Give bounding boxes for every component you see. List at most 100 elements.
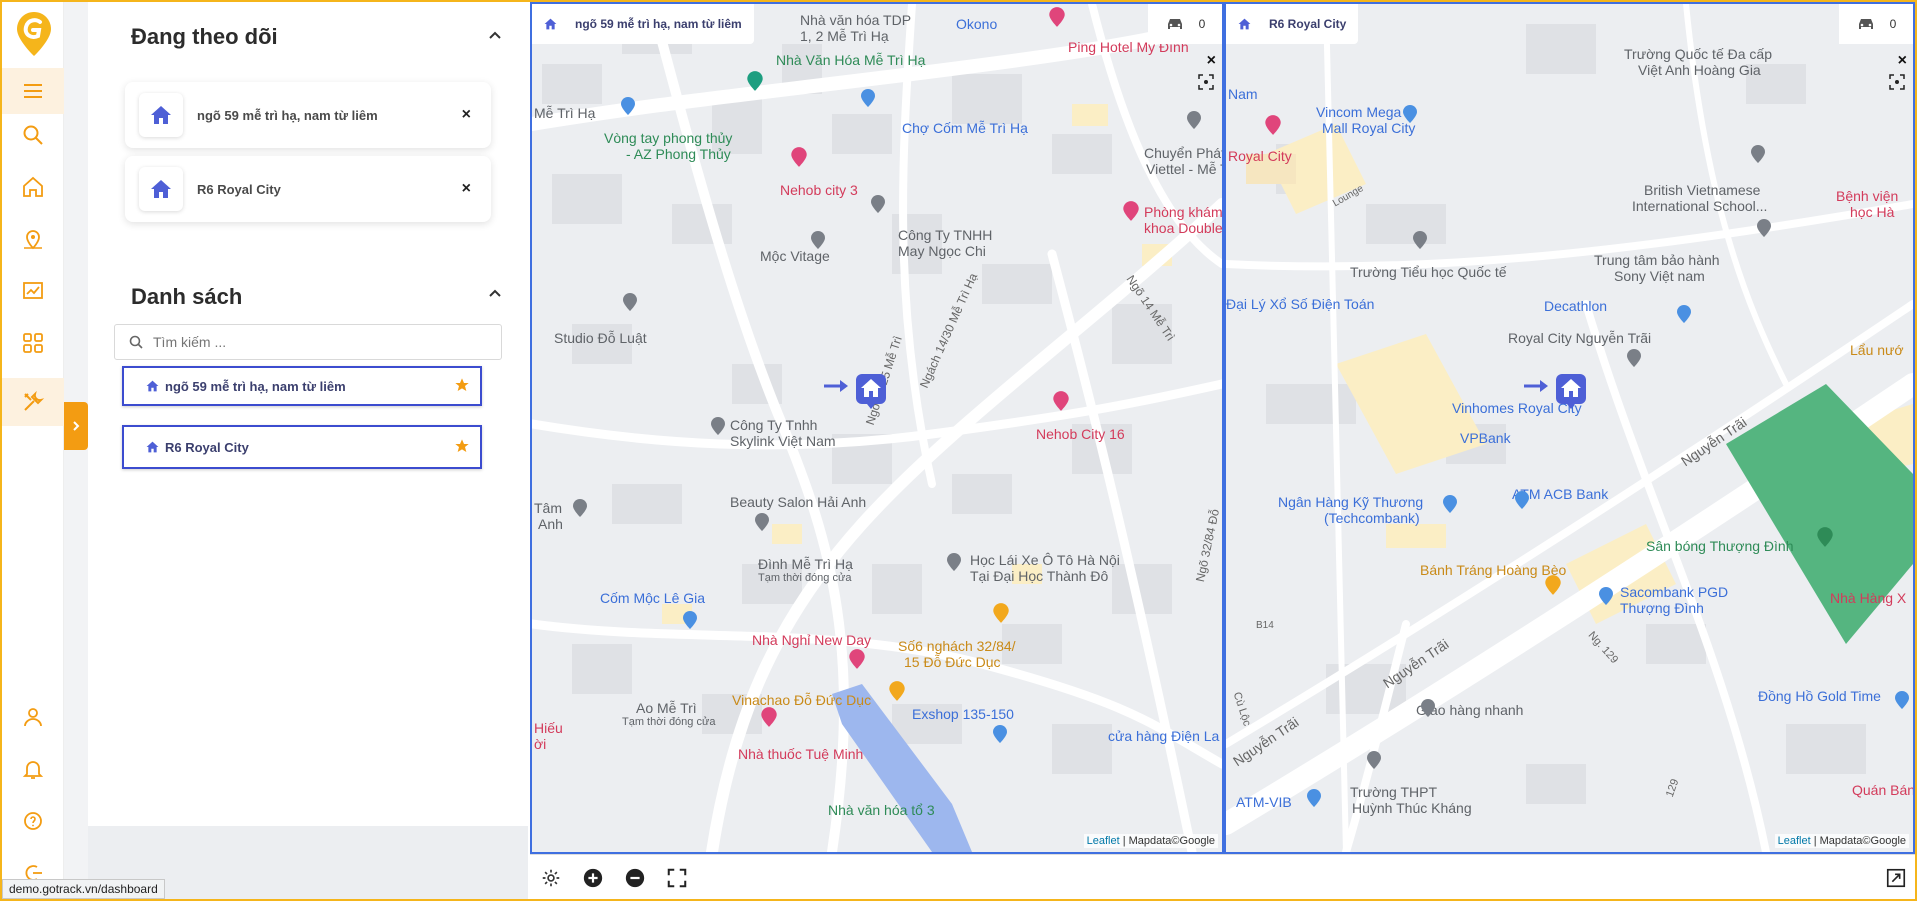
search-input[interactable] bbox=[153, 334, 473, 350]
car-icon bbox=[1167, 19, 1182, 29]
gotrack-logo bbox=[17, 12, 51, 56]
chart-icon bbox=[23, 282, 43, 299]
zoom-out-icon[interactable] bbox=[624, 867, 646, 889]
map-attribution: Leaflet | Mapdata©Google bbox=[1774, 834, 1909, 848]
home-icon bbox=[146, 380, 159, 392]
map-title: ngõ 59 mễ trì hạ, nam từ liêm bbox=[575, 17, 742, 31]
rail-notifications-button[interactable] bbox=[2, 746, 64, 792]
poi-marker-icon bbox=[811, 231, 825, 249]
apps-icon bbox=[23, 333, 43, 353]
map-label: Beauty Salon Hải Anh bbox=[730, 494, 867, 510]
map-label: 15 Đỗ Đức Dục bbox=[904, 654, 1001, 670]
poi-marker-icon bbox=[761, 707, 777, 727]
map-label: Sacombank PGD bbox=[1620, 584, 1729, 600]
rail-account-button[interactable] bbox=[2, 694, 64, 740]
settings-icon[interactable] bbox=[540, 867, 562, 889]
map-view-1[interactable]: Nhà văn hóa TDP 1, 2 Mễ Trì Hạ Okono Pin… bbox=[530, 2, 1224, 854]
focus-icon[interactable] bbox=[1889, 74, 1905, 90]
close-map-button[interactable]: × bbox=[1898, 52, 1907, 70]
poi-marker-icon bbox=[1515, 491, 1529, 509]
poi-marker-icon bbox=[871, 195, 885, 213]
poi-marker-icon bbox=[993, 603, 1009, 623]
map-label: Sony Việt nam bbox=[1614, 268, 1705, 284]
rail-tools-button[interactable] bbox=[2, 378, 64, 426]
list-item[interactable]: R6 Royal City bbox=[122, 425, 482, 469]
list-item[interactable]: ngõ 59 mễ trì hạ, nam từ liêm bbox=[122, 366, 482, 406]
close-icon[interactable]: × bbox=[462, 107, 471, 123]
chevron-up-icon[interactable] bbox=[486, 26, 504, 44]
following-item[interactable]: ngõ 59 mễ trì hạ, nam từ liêm × bbox=[125, 82, 491, 148]
map-label: 1, 2 Mễ Trì Hạ bbox=[800, 28, 889, 44]
poi-marker-icon bbox=[755, 513, 769, 531]
map-label: cửa hàng Điện La bbox=[1108, 728, 1220, 744]
map-label: Trường Quốc tế Đa cấp bbox=[1624, 46, 1772, 62]
map-label: Okono bbox=[956, 16, 998, 32]
map-label: Tạm thời đóng cửa bbox=[758, 572, 852, 584]
home-icon bbox=[544, 18, 557, 30]
poi-marker-icon bbox=[791, 147, 807, 167]
poi-marker-icon bbox=[1265, 115, 1281, 135]
poi-marker-icon bbox=[947, 553, 961, 571]
rail-apps-button[interactable] bbox=[2, 320, 64, 366]
leaflet-link[interactable]: Leaflet bbox=[1087, 835, 1120, 847]
map-label: Lẩu nướ bbox=[1850, 342, 1904, 358]
map-label: Tại Đại Học Thành Đô bbox=[970, 568, 1109, 584]
compare-icon[interactable] bbox=[1885, 867, 1907, 889]
map-label: International School... bbox=[1632, 198, 1768, 214]
following-item[interactable]: R6 Royal City × bbox=[125, 156, 491, 222]
poi-marker-icon bbox=[993, 725, 1007, 743]
poi-marker-icon bbox=[621, 97, 635, 115]
poi-marker-icon bbox=[1367, 751, 1381, 769]
tracked-location-marker[interactable] bbox=[1522, 372, 1590, 410]
map-label: Nehob City 16 bbox=[1036, 426, 1125, 442]
star-icon[interactable] bbox=[454, 438, 470, 454]
zoom-in-icon[interactable] bbox=[582, 867, 604, 889]
tools-icon bbox=[24, 390, 45, 411]
map-label: ATM-VIB bbox=[1236, 794, 1292, 810]
map-label: Nhà văn hóa tổ 3 bbox=[828, 802, 935, 818]
map-label: (Techcombank) bbox=[1324, 510, 1420, 526]
map-view-2[interactable]: Trường Quốc tế Đa cấp Việt Anh Hoàng Gia… bbox=[1224, 2, 1915, 854]
sidebar-toggle-button[interactable] bbox=[64, 402, 88, 450]
tracked-location-marker[interactable] bbox=[822, 372, 890, 410]
home-icon bbox=[151, 106, 171, 124]
map-label: B14 bbox=[1256, 620, 1274, 631]
map-label: học Hà bbox=[1850, 204, 1895, 220]
rail-map-button[interactable] bbox=[2, 216, 64, 262]
map-label: Tâm bbox=[534, 500, 562, 516]
rail-help-button[interactable] bbox=[2, 798, 64, 844]
poi-marker-icon bbox=[1443, 495, 1457, 513]
bell-icon bbox=[22, 761, 44, 779]
leaflet-link[interactable]: Leaflet bbox=[1778, 835, 1811, 847]
vehicle-counter: 0 bbox=[1839, 4, 1913, 44]
close-map-button[interactable]: × bbox=[1207, 52, 1216, 70]
fullscreen-icon[interactable] bbox=[666, 867, 688, 889]
star-icon[interactable] bbox=[454, 377, 470, 393]
map-label: Exshop 135-150 bbox=[912, 706, 1014, 722]
map-label: Thượng Đình bbox=[1620, 600, 1704, 616]
poi-marker-icon bbox=[1421, 699, 1435, 717]
list-item-label: R6 Royal City bbox=[165, 439, 249, 455]
rail-home-button[interactable] bbox=[2, 164, 64, 210]
map-title-bar: ngõ 59 mễ trì hạ, nam từ liêm bbox=[532, 4, 754, 44]
map-label: Sân bóng Thượng Đình bbox=[1646, 538, 1794, 554]
rail-menu-button[interactable] bbox=[2, 68, 64, 114]
poi-marker-icon bbox=[711, 417, 725, 435]
map-label: Nhà thuốc Tuệ Minh bbox=[738, 746, 864, 762]
map-label: khoa Double bbox=[1144, 220, 1223, 236]
rail-report-button[interactable] bbox=[2, 268, 64, 314]
map-label: Quán Bánh bbox=[1852, 782, 1915, 798]
following-item-label: R6 Royal City bbox=[197, 181, 281, 197]
poi-marker-icon bbox=[1751, 145, 1765, 163]
map-label: Nam bbox=[1228, 86, 1258, 102]
rail-search-button[interactable] bbox=[2, 112, 64, 158]
map-label: Đại Lý Xổ Số Điện Toán bbox=[1226, 296, 1375, 312]
map-label: Studio Đỗ Luật bbox=[554, 330, 647, 346]
chevron-up-icon[interactable] bbox=[486, 284, 504, 302]
map-label: Chợ Cốm Mễ Trì Hạ bbox=[902, 120, 1028, 136]
home-icon bbox=[146, 441, 159, 453]
poi-marker-icon bbox=[1307, 789, 1321, 807]
focus-icon[interactable] bbox=[1198, 74, 1214, 90]
map-toolbar bbox=[530, 854, 1915, 899]
close-icon[interactable]: × bbox=[462, 181, 471, 197]
